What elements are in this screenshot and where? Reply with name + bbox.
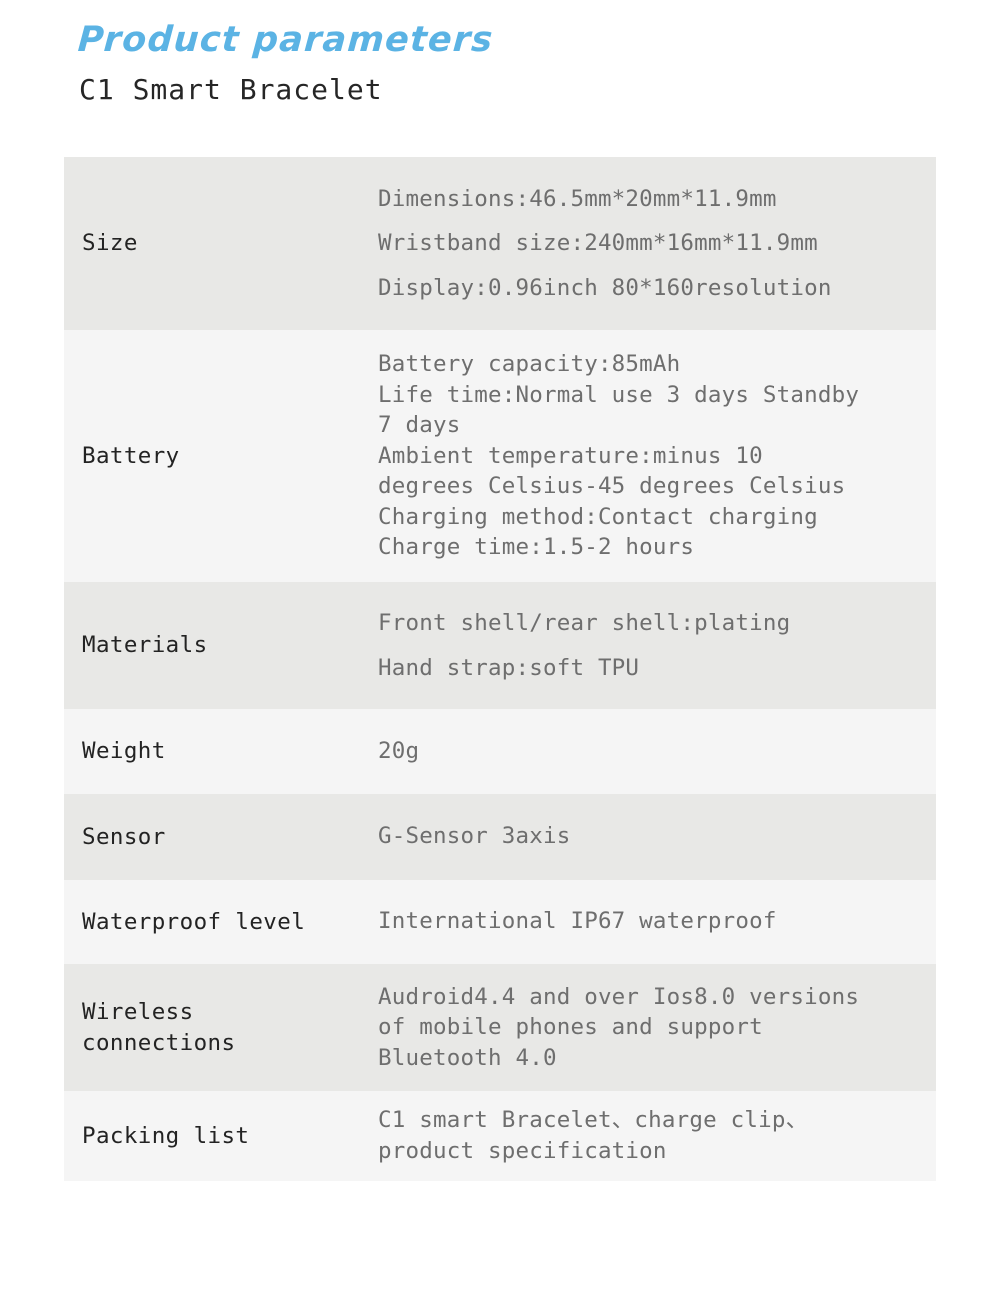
row-label: Waterproof level — [82, 908, 306, 935]
row-label: Packing list — [82, 1122, 250, 1149]
row-value: 20g — [378, 737, 420, 764]
table-row: Battery Battery capacity:85mAh Life time… — [64, 330, 936, 582]
table-row: Wireless connections Audroid4.4 and over… — [64, 964, 936, 1091]
page-header: Product parameters C1 Smart Bracelet — [0, 0, 1000, 106]
row-value: C1 smart Bracelet、charge clip、 product s… — [378, 1107, 809, 1164]
table-row: Waterproof level International IP67 wate… — [64, 880, 936, 964]
specifications-table: Size Dimensions:46.5mm*20mm*11.9mm Wrist… — [64, 157, 936, 1181]
row-label: Materials — [82, 632, 208, 659]
row-value: G-Sensor 3axis — [378, 823, 571, 850]
table-row: Sensor G-Sensor 3axis — [64, 794, 936, 880]
product-name: C1 Smart Bracelet — [79, 72, 383, 106]
row-value: Battery capacity:85mAh Life time:Normal … — [378, 350, 860, 561]
page-title: Product parameters — [76, 20, 495, 60]
row-value: International IP67 waterproof — [378, 908, 777, 935]
row-value: Dimensions:46.5mm*20mm*11.9mm Wristband … — [378, 186, 832, 301]
table-row: Packing list C1 smart Bracelet、charge cl… — [64, 1091, 936, 1181]
row-label: Battery — [82, 442, 180, 469]
row-value: Audroid4.4 and over Ios8.0 versions of m… — [378, 983, 860, 1071]
row-label: Wireless connections — [82, 998, 236, 1056]
row-value: Front shell/rear shell:plating Hand stra… — [378, 610, 791, 681]
row-label: Sensor — [82, 823, 166, 850]
row-label: Weight — [82, 738, 166, 765]
table-row: Materials Front shell/rear shell:plating… — [64, 582, 936, 709]
table-row: Weight 20g — [64, 709, 936, 794]
product-parameters-page: Product parameters C1 Smart Bracelet Siz… — [0, 0, 1000, 1292]
table-row: Size Dimensions:46.5mm*20mm*11.9mm Wrist… — [64, 157, 936, 330]
row-label: Size — [82, 230, 138, 257]
